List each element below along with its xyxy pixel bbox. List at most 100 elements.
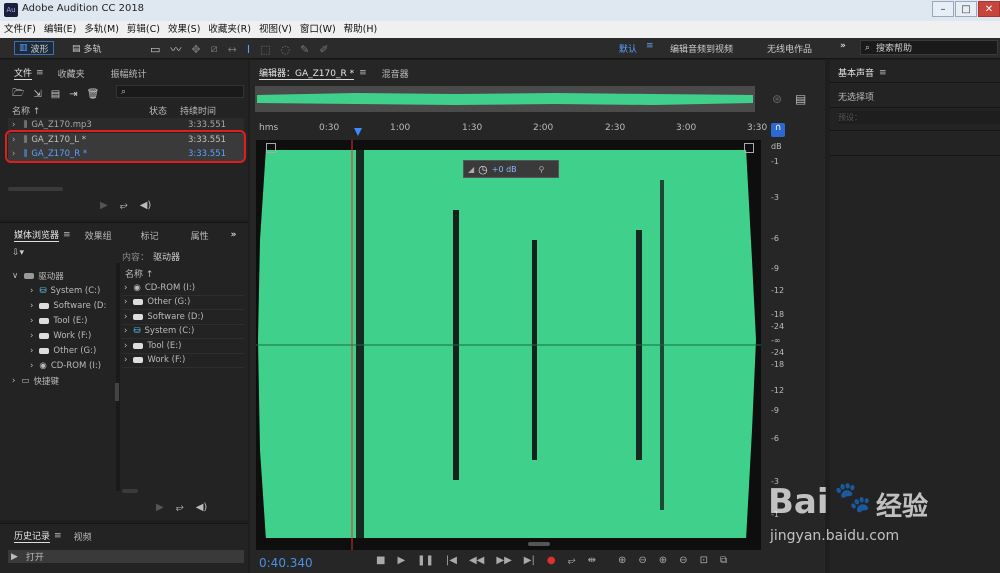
move-tool-icon[interactable]: ✥ bbox=[191, 43, 200, 56]
play-icon[interactable]: ▶ bbox=[156, 502, 164, 513]
zoom-full-icon[interactable]: ⊡ bbox=[700, 555, 708, 566]
spot-healing-icon[interactable]: ✐ bbox=[319, 43, 328, 56]
menu-clip[interactable]: 剪辑(C) bbox=[123, 21, 164, 38]
menu-edit[interactable]: 编辑(E) bbox=[40, 21, 80, 38]
panel-menu-icon[interactable]: ≡ bbox=[54, 531, 62, 541]
column-duration[interactable]: 持续时间 bbox=[180, 104, 216, 117]
lasso-tool-icon[interactable]: ◌ bbox=[281, 43, 291, 56]
expand-icon[interactable]: › bbox=[12, 120, 15, 130]
overflow-icon[interactable]: » bbox=[840, 41, 846, 51]
menu-help[interactable]: 帮助(H) bbox=[340, 21, 382, 38]
column-name[interactable]: 名称 ↑ bbox=[125, 267, 153, 280]
pitch-display-icon[interactable]: 〰 bbox=[170, 41, 181, 57]
download-icon[interactable]: ⇩▾ bbox=[12, 248, 24, 258]
search-help-input[interactable]: ⌕ 搜索帮助 bbox=[860, 40, 998, 55]
panel-menu-icon[interactable]: ≡ bbox=[359, 68, 367, 78]
autoplay-icon[interactable]: ◀) bbox=[196, 502, 208, 513]
list-item[interactable]: › Software (D:) bbox=[122, 310, 244, 325]
minimize-button[interactable]: – bbox=[932, 1, 954, 17]
import-icon[interactable]: ⇲ bbox=[33, 89, 41, 100]
pin-icon[interactable]: ⚲ bbox=[539, 165, 545, 174]
tree-item-cdrom[interactable]: › ◉ CD-ROM (I:) bbox=[12, 358, 106, 373]
gain-knob-icon[interactable]: ◷ bbox=[478, 163, 488, 176]
tab-history[interactable]: 历史记录 bbox=[14, 529, 51, 543]
loop-icon[interactable]: ⥂ bbox=[568, 555, 576, 566]
tree-shortcuts[interactable]: › ▭ 快捷键 bbox=[12, 373, 106, 388]
tab-editor[interactable]: 编辑器：GA_Z170_R * bbox=[259, 66, 355, 80]
history-item[interactable]: ▶ 打开 bbox=[8, 550, 244, 563]
list-item[interactable]: › Work (F:) bbox=[122, 354, 244, 368]
tree-item-tool[interactable]: › Tool (E:) bbox=[12, 313, 106, 328]
vertical-scrollbar[interactable] bbox=[115, 383, 119, 401]
play-icon[interactable]: ▶ bbox=[397, 555, 405, 566]
marquee-tool-icon[interactable]: ⬚ bbox=[260, 43, 270, 56]
fade-in-handle[interactable] bbox=[266, 143, 276, 153]
column-name[interactable]: 名称 ↑ bbox=[12, 104, 40, 117]
tab-effects-rack[interactable]: 效果组 bbox=[85, 229, 112, 242]
new-file-icon[interactable]: ▤ bbox=[51, 89, 60, 100]
files-search-input[interactable]: ⌕ bbox=[116, 85, 244, 98]
overview-navigator[interactable] bbox=[255, 86, 755, 112]
waveform-display[interactable] bbox=[256, 140, 761, 550]
brush-tool-icon[interactable]: ✎ bbox=[300, 43, 309, 56]
tab-amplitude-stats[interactable]: 振幅统计 bbox=[111, 67, 147, 80]
fade-out-handle[interactable] bbox=[744, 143, 754, 153]
trash-icon[interactable]: 🗑 bbox=[87, 89, 100, 100]
tab-properties[interactable]: 属性 bbox=[191, 229, 209, 242]
workspace-radio[interactable]: 无线电作品 bbox=[767, 42, 812, 55]
time-ruler[interactable]: hms 0:30 1:00 1:30 2:00 2:30 3:00 3:30 bbox=[255, 120, 767, 138]
menu-multitrack[interactable]: 多轨(M) bbox=[80, 21, 123, 38]
time-selection-tool-icon[interactable]: I bbox=[247, 43, 250, 56]
zoom-out-amplitude-icon[interactable]: ⊖ bbox=[638, 555, 646, 566]
snap-icon[interactable]: ∩ bbox=[771, 123, 785, 137]
list-item[interactable]: › Tool (E:) bbox=[122, 339, 244, 354]
pause-icon[interactable]: ❚❚ bbox=[417, 555, 434, 566]
fast-forward-icon[interactable]: ▶▶ bbox=[496, 555, 511, 566]
zoom-out-time-icon[interactable]: ⊖ bbox=[679, 555, 687, 566]
workspace-menu-icon[interactable]: ≡ bbox=[646, 41, 654, 51]
tree-item-other[interactable]: › Other (G:) bbox=[12, 343, 106, 358]
column-status[interactable]: 状态 bbox=[149, 104, 167, 117]
autoplay-icon[interactable]: ◀) bbox=[140, 200, 152, 211]
insert-icon[interactable]: ⇥ bbox=[69, 89, 77, 100]
tab-mixer[interactable]: 混音器 bbox=[382, 67, 409, 80]
menu-view[interactable]: 视图(V) bbox=[255, 21, 296, 38]
zoom-in-amplitude-icon[interactable]: ⊕ bbox=[618, 555, 626, 566]
display-toggle-icon[interactable]: ▤ bbox=[795, 92, 806, 106]
waveform-view-button[interactable]: ▥ 波形 bbox=[14, 41, 54, 55]
horizontal-scrollbar[interactable] bbox=[8, 187, 63, 191]
loop-icon[interactable]: ⥂ bbox=[120, 200, 128, 211]
playhead-marker[interactable] bbox=[354, 128, 362, 136]
tab-essential-sound[interactable]: 基本声音 bbox=[838, 66, 874, 79]
open-folder-icon[interactable]: 🗁 bbox=[12, 86, 24, 103]
panel-menu-icon[interactable]: ≡ bbox=[63, 230, 71, 240]
close-button[interactable]: ✕ bbox=[978, 1, 1000, 17]
tree-item-system[interactable]: › ⛁ System (C:) bbox=[12, 283, 106, 298]
tree-item-software[interactable]: › Software (D: bbox=[12, 298, 106, 313]
menu-file[interactable]: 文件(F) bbox=[0, 21, 40, 38]
zoom-in-time-icon[interactable]: ⊕ bbox=[659, 555, 667, 566]
razor-tool-icon[interactable]: ⧄ bbox=[211, 42, 218, 56]
horizontal-scrollbar[interactable] bbox=[122, 489, 138, 493]
workspace-default[interactable]: 默认 bbox=[619, 42, 637, 55]
zoom-navigator-icon[interactable]: ⊛ bbox=[772, 92, 782, 106]
multitrack-view-button[interactable]: ▤ 多轨 bbox=[72, 42, 102, 56]
menu-window[interactable]: 窗口(W) bbox=[296, 21, 340, 38]
panel-menu-icon[interactable]: ≡ bbox=[879, 68, 887, 78]
play-icon[interactable]: ▶ bbox=[100, 200, 108, 211]
stop-icon[interactable]: ■ bbox=[376, 555, 385, 566]
slip-tool-icon[interactable]: ↔ bbox=[228, 43, 237, 56]
loop-icon[interactable]: ⥂ bbox=[176, 502, 184, 513]
zoom-selection-icon[interactable]: ⧉ bbox=[720, 555, 727, 566]
go-to-start-icon[interactable]: |◀ bbox=[446, 555, 457, 566]
tab-favorites[interactable]: 收藏夹 bbox=[58, 67, 85, 80]
list-item[interactable]: › Other (G:) bbox=[122, 296, 244, 310]
list-item[interactable]: › ⛁ System (C:) bbox=[122, 325, 244, 339]
panel-menu-icon[interactable]: ≡ bbox=[36, 68, 44, 78]
tab-video[interactable]: 视频 bbox=[74, 530, 92, 543]
tab-media-browser[interactable]: 媒体浏览器 bbox=[14, 228, 60, 242]
spectral-display-icon[interactable]: ▭ bbox=[150, 43, 160, 56]
maximize-button[interactable]: □ bbox=[955, 1, 977, 17]
overflow-icon[interactable]: » bbox=[231, 230, 237, 240]
rewind-icon[interactable]: ◀◀ bbox=[469, 555, 484, 566]
